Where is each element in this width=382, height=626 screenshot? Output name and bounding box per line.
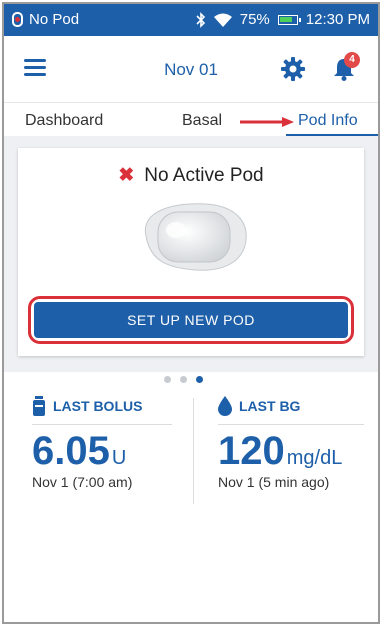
last-bolus-panel: LAST BOLUS 6.05 U Nov 1 (7:00 am)	[32, 396, 172, 490]
last-bolus-title: LAST BOLUS	[32, 396, 172, 425]
last-bolus-value: 6.05 U	[32, 429, 172, 474]
pod-status-icon	[12, 12, 23, 27]
phone-screen: No Pod 75% 12:30 PM Nov 01 4 Dashboard B…	[2, 2, 380, 624]
last-bolus-time: Nov 1 (7:00 am)	[32, 474, 133, 490]
last-bg-amount: 120	[218, 429, 285, 473]
tab-basal[interactable]: Basal	[182, 112, 222, 130]
system-status-area: 75% 12:30 PM	[196, 11, 370, 28]
stats-panel: LAST BOLUS 6.05 U Nov 1 (7:00 am) LAST BG…	[4, 396, 378, 506]
bluetooth-icon	[196, 11, 205, 28]
page-indicator	[164, 376, 203, 383]
app-header: Nov 01 4	[4, 36, 378, 102]
pod-image	[144, 203, 247, 271]
pod-status-line: ✖ No Active Pod	[18, 164, 364, 187]
tab-dashboard[interactable]: Dashboard	[25, 112, 103, 130]
page-dot[interactable]	[164, 376, 171, 383]
battery-percent: 75%	[239, 11, 270, 28]
header-date: Nov 01	[164, 60, 218, 79]
bolus-vial-icon	[33, 396, 45, 416]
pod-status-area: No Pod	[12, 11, 79, 28]
set-up-new-pod-button[interactable]: SET UP NEW POD	[34, 302, 348, 338]
stats-divider	[193, 398, 194, 504]
pod-status-text: No Pod	[29, 11, 80, 28]
pod-status-message: No Active Pod	[144, 165, 264, 186]
last-bg-label: LAST BG	[239, 398, 301, 414]
last-bg-unit: mg/dL	[286, 447, 343, 469]
pod-card: ✖ No Active Pod SET UP NEW POD	[18, 148, 364, 356]
notification-badge: 4	[344, 52, 360, 68]
last-bolus-label: LAST BOLUS	[53, 398, 143, 414]
clock: 12:30 PM	[305, 11, 370, 28]
last-bg-value: 120 mg/dL	[218, 429, 364, 474]
tab-pod-info[interactable]: Pod Info	[298, 112, 358, 130]
page-dot[interactable]	[180, 376, 187, 383]
battery-icon	[277, 14, 301, 25]
last-bolus-unit: U	[111, 447, 127, 469]
last-bg-panel: LAST BG 120 mg/dL Nov 1 (5 min ago)	[218, 396, 364, 490]
tab-bar: Dashboard Basal Pod Info	[4, 102, 378, 137]
status-bar: No Pod 75% 12:30 PM	[4, 4, 378, 36]
wifi-icon	[213, 13, 232, 27]
arrow-icon	[240, 117, 294, 127]
drop-icon	[218, 396, 232, 416]
x-icon: ✖	[118, 165, 135, 186]
last-bg-time: Nov 1 (5 min ago)	[218, 474, 330, 490]
last-bg-title: LAST BG	[218, 396, 364, 425]
last-bolus-amount: 6.05	[32, 429, 110, 473]
gear-icon[interactable]	[280, 56, 306, 82]
page-dot-active[interactable]	[196, 376, 203, 383]
